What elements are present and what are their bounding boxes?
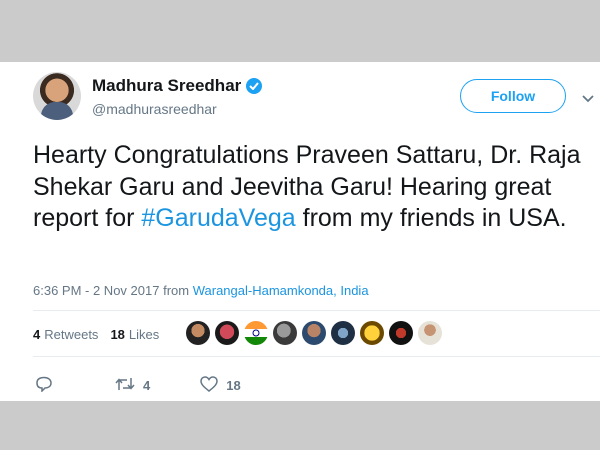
retweet-count: 4 bbox=[143, 378, 151, 393]
user-handle[interactable]: @madhurasreedhar bbox=[92, 101, 217, 117]
top-band bbox=[0, 0, 600, 62]
reply-icon bbox=[35, 376, 53, 395]
liker-avatar[interactable] bbox=[302, 321, 326, 345]
retweet-button[interactable]: 4 bbox=[115, 376, 150, 395]
like-count: 18 bbox=[226, 378, 241, 393]
liker-avatar[interactable] bbox=[273, 321, 297, 345]
from-label: from bbox=[163, 283, 190, 298]
verified-badge-icon bbox=[246, 78, 263, 94]
tweet-actions: 4 18 bbox=[35, 376, 241, 395]
liker-avatar[interactable] bbox=[360, 321, 384, 345]
retweets-stat[interactable]: 4 Retweets bbox=[33, 327, 98, 342]
user-name-row[interactable]: Madhura Sreedhar bbox=[92, 76, 263, 96]
tweet-card: Madhura Sreedhar @madhurasreedhar Follow… bbox=[0, 62, 600, 401]
tweet-timestamp[interactable]: 6:36 PM - 2 Nov 2017 bbox=[33, 283, 159, 298]
reply-button[interactable] bbox=[35, 376, 53, 395]
liker-avatar[interactable] bbox=[389, 321, 413, 345]
avatar[interactable] bbox=[33, 72, 81, 120]
liker-avatar[interactable] bbox=[244, 321, 268, 345]
tweet-text: Hearty Congratulations Praveen Sattaru, … bbox=[33, 141, 581, 232]
liker-avatar[interactable] bbox=[331, 321, 355, 345]
location-link[interactable]: Warangal-Hamamkonda, India bbox=[193, 283, 369, 298]
likes-stat[interactable]: 18 Likes bbox=[110, 327, 159, 342]
display-name[interactable]: Madhura Sreedhar bbox=[92, 76, 241, 96]
bottom-band bbox=[0, 401, 600, 450]
liker-avatar[interactable] bbox=[186, 321, 210, 345]
tweet-stats: 4 Retweets 18 Likes bbox=[33, 327, 159, 342]
divider bbox=[33, 310, 600, 311]
like-button[interactable]: 18 bbox=[200, 376, 241, 395]
tweet-meta: 6:36 PM - 2 Nov 2017 from Warangal-Hamam… bbox=[33, 283, 369, 298]
hashtag-link[interactable]: #GarudaVega bbox=[141, 204, 295, 232]
retweet-icon bbox=[115, 376, 135, 395]
chevron-down-icon[interactable] bbox=[582, 90, 594, 108]
heart-icon bbox=[200, 376, 218, 395]
follow-button[interactable]: Follow bbox=[460, 79, 566, 113]
divider bbox=[33, 356, 600, 357]
liker-avatar[interactable] bbox=[215, 321, 239, 345]
likers-avatars bbox=[186, 321, 447, 345]
liker-avatar[interactable] bbox=[418, 321, 442, 345]
